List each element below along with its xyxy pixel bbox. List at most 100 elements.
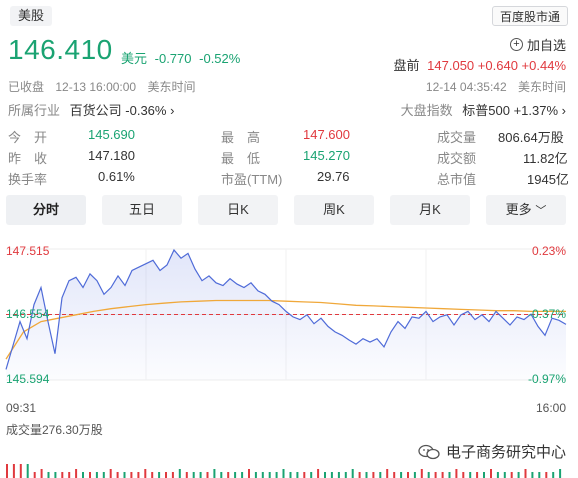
volume-bar xyxy=(12,464,15,478)
premarket-price: 147.050 xyxy=(427,58,475,73)
volume-bar xyxy=(130,472,133,478)
stat-high-value: 147.600 xyxy=(303,127,350,142)
premarket-label: 盘前 xyxy=(393,58,420,73)
stat-mcap-value: 1945亿 xyxy=(527,172,569,187)
stat-prev-close-value: 147.180 xyxy=(88,148,135,163)
stat-high-label: 最 高 xyxy=(221,130,261,145)
volume-bar xyxy=(102,472,105,478)
chevron-right-icon: › xyxy=(170,103,175,118)
volume-bar xyxy=(165,472,167,478)
volume-bar xyxy=(248,469,250,478)
volume-bar xyxy=(400,472,403,478)
volume-bar xyxy=(351,469,354,478)
tab-intraday[interactable]: 分时 xyxy=(6,195,86,225)
volume-bar xyxy=(358,472,361,478)
volume-bars xyxy=(6,464,562,478)
volume-bar xyxy=(68,472,71,478)
stat-turnover-value: 0.61% xyxy=(98,169,135,184)
stat-low-value: 145.270 xyxy=(303,148,350,163)
volume-bar xyxy=(552,472,555,478)
tab-monthly-k[interactable]: 月K xyxy=(390,195,470,225)
volume-bar xyxy=(171,472,174,478)
stat-prev-close: 昨 收 147.180 xyxy=(8,148,135,167)
volume-bar xyxy=(109,469,112,478)
volume-bar xyxy=(178,469,181,478)
intraday-chart[interactable]: 147.515 146.554 145.594 0.23% -0.37% -0.… xyxy=(0,238,578,418)
close-status: 已收盘 12-13 16:00:00 美东时间 xyxy=(8,78,195,95)
volume-bar xyxy=(407,472,409,478)
volume-bar xyxy=(303,472,306,478)
volume-bar xyxy=(47,472,50,478)
volume-bar xyxy=(54,472,57,478)
stat-pe: 市盈(TTM) 29.76 xyxy=(221,169,350,188)
stat-open-label: 今 开 xyxy=(8,130,48,145)
volume-bar xyxy=(476,472,479,478)
volume-bar xyxy=(61,472,64,478)
pct-axis-top-label: 0.23% xyxy=(531,244,566,258)
volume-bar xyxy=(503,472,506,478)
volume-bar xyxy=(441,472,444,478)
add-watchlist-button[interactable]: + 加自选 xyxy=(509,35,566,54)
watermark: 电子商务研究中心 xyxy=(418,441,566,462)
volume-bar xyxy=(427,472,430,478)
tab-daily-k[interactable]: 日K xyxy=(198,195,278,225)
volume-bar xyxy=(192,472,195,478)
index-name: 标普500 xyxy=(462,103,510,118)
stat-pe-value: 29.76 xyxy=(317,169,350,184)
volume-bar xyxy=(26,464,29,478)
volume-bar xyxy=(545,472,548,478)
volume-summary: 成交量276.30万股 xyxy=(6,423,103,437)
volume-bar xyxy=(483,472,485,478)
industry-label: 所属行业 xyxy=(8,103,61,118)
volume-bar xyxy=(206,472,209,478)
volume-bar xyxy=(510,472,513,478)
volume-bar xyxy=(220,472,223,478)
stat-mcap: 总市值 1945亿 xyxy=(437,169,569,188)
index-link[interactable]: 大盘指数 标普500 +1.37% › xyxy=(401,100,566,119)
source-tag[interactable]: 百度股市通 xyxy=(491,6,568,26)
pct-axis-mid-label: -0.37% xyxy=(527,307,566,321)
volume-bar xyxy=(33,472,36,478)
stat-open: 今 开 145.690 xyxy=(8,127,135,146)
wechat-icon xyxy=(418,444,440,459)
stat-pe-label: 市盈(TTM) xyxy=(221,172,283,187)
volume-bar xyxy=(241,472,244,478)
tab-weekly-k[interactable]: 周K xyxy=(294,195,374,225)
stat-amount: 成交额 11.82亿 xyxy=(437,148,568,167)
stat-high: 最 高 147.600 xyxy=(221,127,350,146)
volume-bar xyxy=(434,472,437,478)
y-axis-bottom-label: 145.594 xyxy=(6,372,50,386)
index-label: 大盘指数 xyxy=(400,103,453,118)
tab-more[interactable]: 更多 ﹀ xyxy=(486,195,566,225)
volume-bar xyxy=(386,469,389,478)
volume-bar xyxy=(227,472,230,478)
time-start-label: 09:31 xyxy=(6,401,37,415)
intraday-chart-svg xyxy=(5,248,567,381)
price-change: 美元 -0.770 -0.52% xyxy=(121,48,244,67)
volume-bar xyxy=(455,469,458,478)
y-axis-top-label: 147.515 xyxy=(6,244,50,258)
market-tag: 美股 xyxy=(10,6,53,26)
volume-bar xyxy=(517,472,520,478)
plus-circle-icon: + xyxy=(509,38,523,51)
volume-bar xyxy=(559,469,562,478)
industry-name: 百货公司 xyxy=(69,103,122,118)
change-value: -0.770 xyxy=(154,51,192,66)
add-watchlist-label: 加自选 xyxy=(526,38,566,53)
premarket-change: +0.640 xyxy=(477,58,518,73)
stat-amount-label: 成交额 xyxy=(437,151,477,166)
tab-five-day[interactable]: 五日 xyxy=(102,195,182,225)
volume-bar xyxy=(531,472,534,478)
industry-link[interactable]: 所属行业 百货公司 -0.36% › xyxy=(8,100,174,119)
chevron-right-icon: › xyxy=(561,103,566,118)
y-axis-mid-label: 146.554 xyxy=(6,307,50,321)
volume-bar xyxy=(420,469,423,478)
stat-low: 最 低 145.270 xyxy=(221,148,350,167)
volume-bar xyxy=(344,472,347,478)
stat-prev-close-label: 昨 收 xyxy=(8,151,48,166)
time-end-label: 16:00 xyxy=(535,401,566,415)
volume-bar xyxy=(379,472,382,478)
closed-time: 12-13 16:00:00 xyxy=(55,80,137,94)
premarket-percent: +0.44% xyxy=(521,58,566,73)
volume-bar xyxy=(75,469,78,478)
